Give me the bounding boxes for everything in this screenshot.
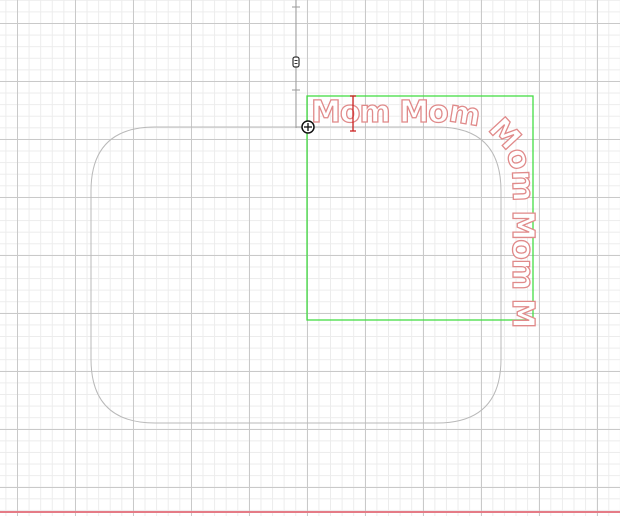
mat-outline <box>90 126 502 424</box>
move-handle-icon[interactable] <box>301 120 315 134</box>
curved-text[interactable]: Mom Mom Mom Mom Mo <box>0 0 542 328</box>
canvas-overlay: Mom Mom Mom Mom Mo <box>0 0 542 424</box>
bottom-rule <box>0 511 620 513</box>
curved-text-path: Mom Mom Mom Mom Mo <box>0 0 542 328</box>
rotate-handle-icon[interactable] <box>292 56 300 68</box>
